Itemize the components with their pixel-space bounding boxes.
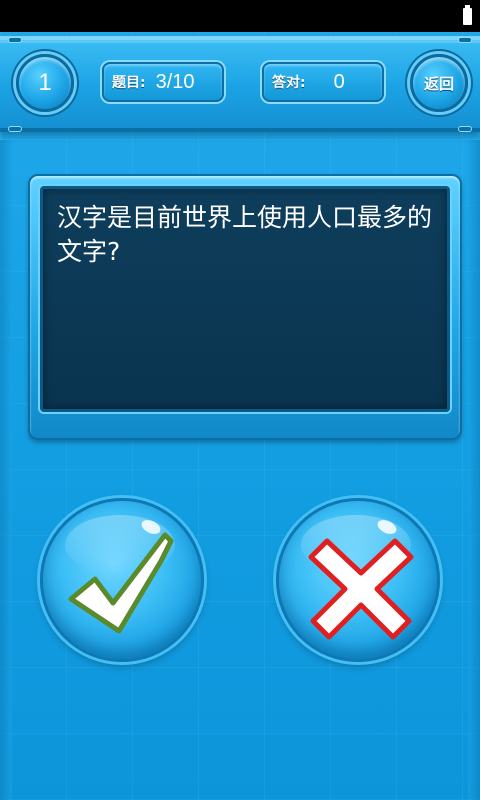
status-bar (0, 0, 480, 32)
correct-count-box: 答对: 0 (262, 62, 384, 102)
rivet (458, 37, 472, 43)
cross-icon (308, 538, 414, 640)
battery-icon (463, 5, 472, 25)
question-progress-label: 题目: (112, 75, 146, 91)
rivet (8, 37, 22, 43)
check-icon (68, 532, 174, 634)
right-rail (468, 140, 480, 800)
rivet (8, 126, 22, 132)
question-panel: 汉字是目前世界上使用人口最多的文字? (28, 174, 462, 440)
level-number: 1 (38, 69, 52, 96)
question-progress-value: 3/10 (155, 70, 195, 93)
question-screen: 汉字是目前世界上使用人口最多的文字? (40, 186, 450, 412)
question-progress-box: 题目: 3/10 (102, 62, 224, 102)
back-button-label: 返回 (423, 74, 454, 93)
correct-count-value: 0 (333, 70, 345, 93)
rivet (458, 126, 472, 132)
left-rail (0, 140, 12, 800)
correct-count-label: 答对: (272, 75, 306, 91)
true-answer-button[interactable] (40, 498, 204, 662)
false-answer-button[interactable] (276, 498, 440, 662)
question-text: 汉字是目前世界上使用人口最多的文字? (57, 203, 433, 266)
back-button[interactable]: 返回 (410, 54, 468, 112)
level-indicator: 1 (16, 54, 74, 112)
